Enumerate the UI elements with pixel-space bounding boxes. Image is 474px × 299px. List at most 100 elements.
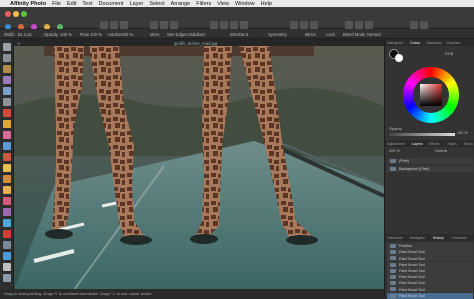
layer-blend-select[interactable]: Normal [435, 149, 447, 153]
gradient-icon[interactable] [3, 153, 11, 161]
wet-edges-checkbox[interactable]: Wet Edges [167, 32, 187, 37]
menu-arrange[interactable]: Arrange [171, 1, 191, 7]
history-item[interactable]: Position [387, 243, 473, 249]
invert-selection-icon[interactable] [170, 21, 178, 29]
red-eye-icon[interactable] [3, 230, 11, 238]
flood-fill-icon[interactable] [3, 142, 11, 150]
crop-tool-icon[interactable] [3, 65, 11, 73]
align-icon[interactable] [310, 21, 318, 29]
tab-channels[interactable]: Channels [452, 236, 467, 240]
menu-layer[interactable]: Layer [130, 1, 144, 7]
selection-brush-icon[interactable] [3, 76, 11, 84]
window-zoom-button[interactable] [21, 11, 27, 17]
tab-layers[interactable]: Layers [412, 142, 423, 146]
opacity-field[interactable]: 100 % [60, 32, 72, 37]
history-item[interactable]: Paint Brush Tool [387, 274, 473, 280]
window-minimize-button[interactable] [13, 11, 19, 17]
burn-icon[interactable] [3, 175, 11, 183]
tab-navigator[interactable]: Navigator [410, 236, 425, 240]
menu-edit[interactable]: Edit [67, 1, 76, 7]
erase-brush-icon[interactable] [3, 131, 11, 139]
history-item[interactable]: Paint Brush Tool [387, 249, 473, 256]
assistant-icon[interactable] [210, 21, 218, 29]
flip-horizontal-icon[interactable] [345, 21, 353, 29]
zoom-tool-icon[interactable] [3, 274, 11, 282]
user-icon[interactable] [410, 21, 418, 29]
arrange-forward-icon[interactable] [300, 21, 308, 29]
menu-text[interactable]: Text [82, 1, 92, 7]
tab-effects[interactable]: Effects [429, 142, 440, 146]
paint-brush-icon[interactable] [3, 120, 11, 128]
menu-help[interactable]: Help [261, 1, 272, 7]
menu-select[interactable]: Select [149, 1, 164, 7]
tools-panel [0, 39, 14, 296]
pixel-view-icon[interactable] [120, 21, 128, 29]
arrange-back-icon[interactable] [290, 21, 298, 29]
snapping-icon[interactable] [220, 21, 228, 29]
stabiliser-checkbox[interactable]: Stabiliser [188, 32, 205, 37]
tab-adjustment[interactable]: Adjustment [387, 142, 405, 146]
window-field[interactable]: 5 [246, 32, 248, 37]
width-field[interactable]: 81.2 px [18, 32, 32, 37]
document-canvas[interactable] [14, 46, 384, 290]
lock-checkbox[interactable]: Lock [326, 32, 335, 37]
menu-file[interactable]: File [52, 1, 61, 7]
mirror-checkbox[interactable]: Mirror [305, 32, 316, 37]
select-all-icon[interactable] [150, 21, 158, 29]
more-button[interactable]: More [150, 32, 160, 37]
tab-histogram[interactable]: Histogram [387, 41, 403, 45]
move-tool-icon[interactable] [3, 43, 11, 51]
marquee-icon[interactable] [3, 98, 11, 106]
flow-field[interactable]: 100 % [90, 32, 102, 37]
quick-mask-icon[interactable] [230, 21, 238, 29]
layer-row[interactable]: Background (Pixel) [387, 166, 473, 172]
opacity-slider[interactable] [389, 133, 455, 136]
flip-vertical-icon[interactable] [355, 21, 363, 29]
secondary-colour-swatch[interactable] [395, 54, 403, 62]
menu-window[interactable]: Window [235, 1, 255, 7]
history-item[interactable]: Paint Brush Tool [387, 255, 473, 262]
menu-affinity-photo[interactable]: Affinity Photo [10, 1, 46, 7]
refine-icon[interactable] [240, 21, 248, 29]
tab-styles[interactable]: Styles [447, 142, 457, 146]
close-icon[interactable]: ✕ [17, 41, 21, 46]
undo-brush-icon[interactable] [3, 208, 11, 216]
history-item[interactable]: Paint Brush Tool [387, 267, 473, 274]
text-tool-icon[interactable] [3, 263, 11, 271]
tab-stock[interactable]: Stock [464, 142, 473, 146]
history-item[interactable]: Paint Brush Tool [387, 286, 473, 293]
blend-mode-select[interactable]: Normal [367, 32, 381, 37]
rotate-icon[interactable] [365, 21, 373, 29]
layer-opacity-value[interactable]: 100 % [389, 149, 400, 153]
clone-brush-icon[interactable] [3, 197, 11, 205]
view-tool-icon[interactable] [3, 54, 11, 62]
inpainting-icon[interactable] [3, 219, 11, 227]
tab-history[interactable]: History [433, 236, 444, 240]
menu-filters[interactable]: Filters [196, 1, 211, 7]
tab-brushes[interactable]: Brushes [447, 41, 460, 45]
tab-transform[interactable]: Transform [387, 236, 403, 240]
deselect-icon[interactable] [160, 21, 168, 29]
colour-mode-select[interactable]: RGB [445, 52, 453, 56]
sponge-icon[interactable] [3, 186, 11, 194]
document-tab[interactable]: ✕ giraffe_before_road.jpg [14, 39, 384, 46]
history-item[interactable]: Paint Brush Tool [387, 261, 473, 268]
window-close-button[interactable] [5, 11, 11, 17]
saturation-square[interactable] [420, 84, 442, 106]
symmetry-checkbox[interactable]: Symmetry [268, 32, 287, 37]
hardness-field[interactable]: 0 % [126, 32, 133, 37]
contrast-icon[interactable] [110, 21, 118, 29]
tab-swatches[interactable]: Swatches [427, 41, 443, 45]
view-mode-icon[interactable] [100, 21, 108, 29]
color-picker-icon[interactable] [3, 109, 11, 117]
shape-tool-icon[interactable] [3, 252, 11, 260]
menu-view[interactable]: View [217, 1, 229, 7]
pen-tool-icon[interactable] [3, 241, 11, 249]
dodge-icon[interactable] [3, 164, 11, 172]
menu-document[interactable]: Document [99, 1, 124, 7]
flood-select-icon[interactable] [3, 87, 11, 95]
history-item[interactable]: Paint Brush Tool [387, 280, 473, 287]
tab-colour[interactable]: Colour [410, 41, 421, 45]
share-icon[interactable] [420, 21, 428, 29]
layer-row[interactable]: (Pixel) [387, 158, 473, 164]
